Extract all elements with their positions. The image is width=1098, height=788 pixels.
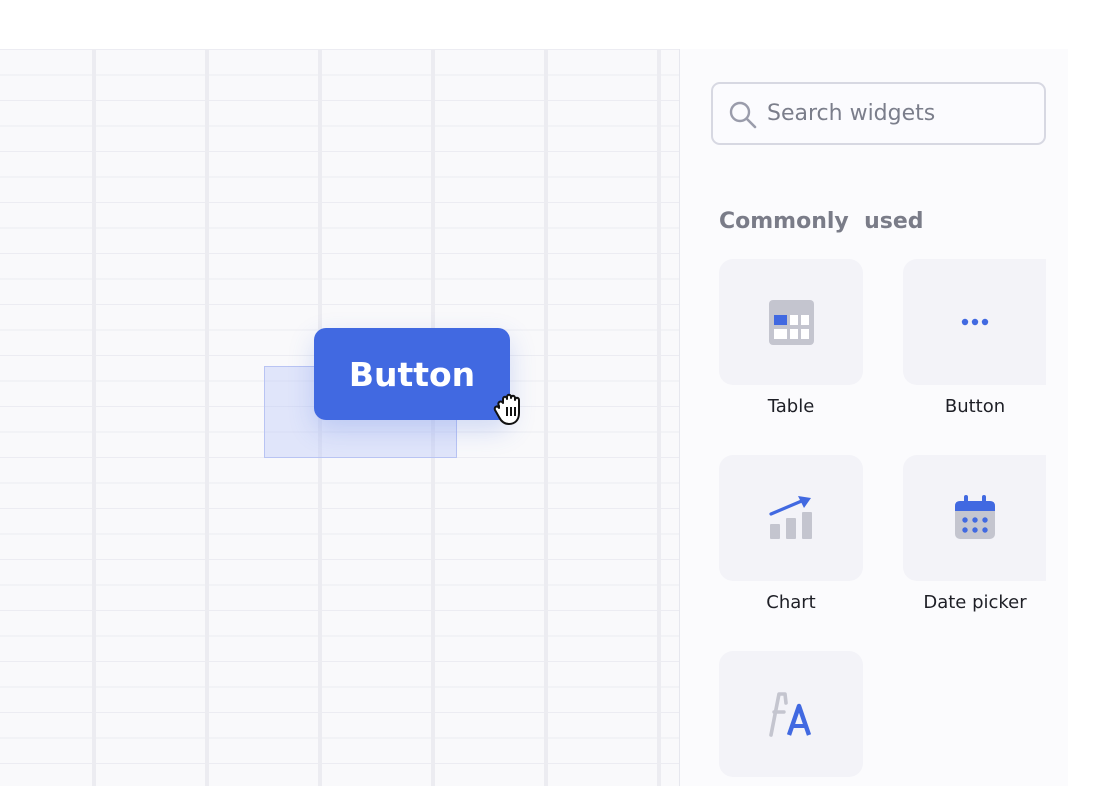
widget-item-table[interactable]: Table	[719, 259, 863, 417]
dragged-button-widget[interactable]: Button	[314, 328, 510, 420]
calendar-icon	[954, 495, 995, 539]
dragged-button-label: Button	[348, 354, 476, 394]
widget-tile	[903, 455, 1046, 581]
widget-tile	[719, 651, 863, 777]
widget-tile	[903, 259, 1046, 385]
grid-column-line	[657, 49, 661, 786]
editor-canvas[interactable]: Button	[0, 49, 679, 786]
chart-icon	[769, 496, 812, 539]
widget-label: Chart	[766, 592, 816, 613]
text-icon	[769, 692, 812, 737]
search-box[interactable]	[711, 82, 1046, 145]
table-icon	[768, 299, 814, 345]
widget-panel: Commonly used Table Button	[679, 49, 1068, 786]
search-icon	[729, 101, 757, 129]
widget-label: Button	[944, 396, 1006, 417]
widget-tile	[719, 455, 863, 581]
grid-column-line	[205, 49, 209, 786]
grab-hand-cursor-icon	[493, 393, 520, 425]
right-margin	[1068, 0, 1098, 786]
search-input[interactable]	[767, 84, 1037, 143]
widget-label: Date picker	[923, 592, 1027, 613]
widget-item-text[interactable]	[719, 651, 863, 788]
grid-column-line	[544, 49, 548, 786]
widget-item-button[interactable]: Button	[903, 259, 1047, 417]
grid-column-line	[92, 49, 96, 786]
widget-item-chart[interactable]: Chart	[719, 455, 863, 613]
top-bar	[0, 0, 1098, 49]
widget-label: Table	[767, 396, 815, 417]
ellipsis-icon	[961, 318, 988, 326]
section-title-commonly-used: Commonly used	[719, 209, 924, 234]
widget-tile	[719, 259, 863, 385]
widget-item-date-picker[interactable]: Date picker	[903, 455, 1047, 613]
